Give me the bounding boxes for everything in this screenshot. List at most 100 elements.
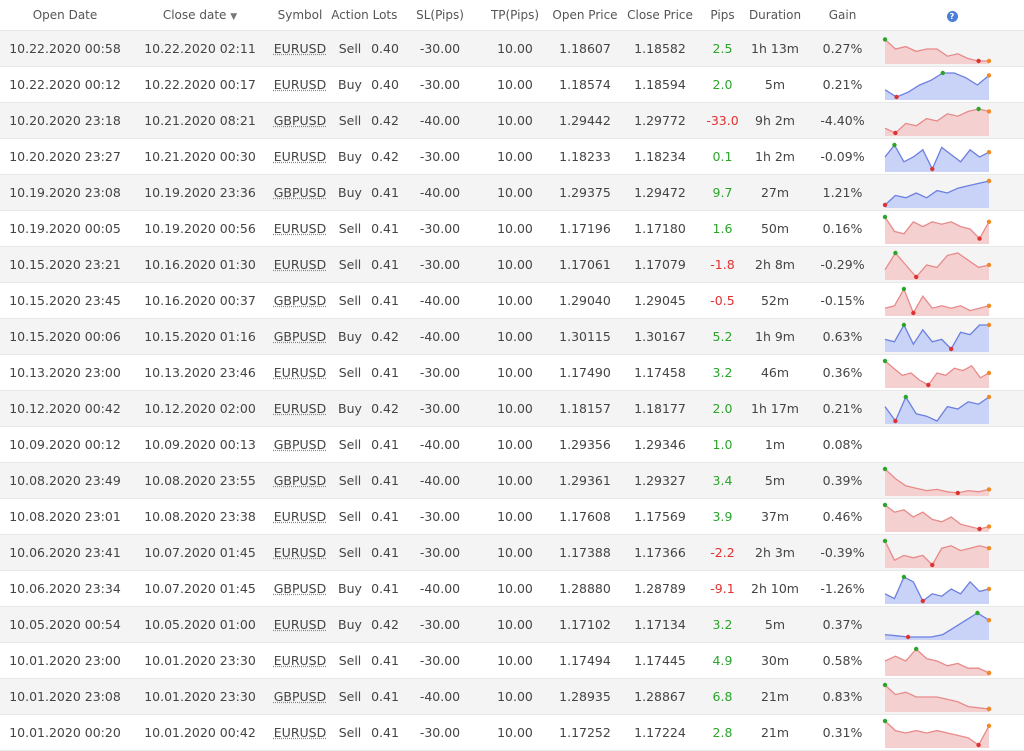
col-gain[interactable]: Gain [805,0,880,31]
open-price-cell-text: 1.18157 [559,401,611,416]
close-date-cell-text: 10.16.2020 00:37 [144,293,256,308]
close-price-cell: 1.18177 [620,390,700,427]
table-row[interactable]: 10.06.2020 23:34 10.07.2020 01:45 GBPUSD Bu… [0,570,1024,607]
sl-cell-text: -30.00 [419,77,461,92]
table-row[interactable]: 10.15.2020 23:21 10.16.2020 01:30 EURUSD Se… [0,246,1024,283]
table-row[interactable]: 10.08.2020 23:01 10.08.2020 23:38 EURUSD Se… [0,498,1024,535]
table-row[interactable]: 10.13.2020 23:00 10.13.2020 23:46 EURUSD Se… [0,354,1024,391]
open-price-cell-text: 1.17490 [559,365,611,380]
table-row[interactable]: 10.19.2020 00:05 10.19.2020 00:56 EURUSD Se… [0,210,1024,247]
table-row[interactable]: 10.01.2020 23:08 10.01.2020 23:30 GBPUSD Se… [0,678,1024,715]
col-close-date[interactable]: Close date ▼ [130,0,270,31]
equity-sparkline [884,106,992,136]
col-lots[interactable]: Lots [370,0,400,31]
symbol-link-text[interactable]: GBPUSD [274,581,327,596]
sl-cell: -40.00 [400,570,480,607]
pips-cell: 9.7 [700,174,745,211]
sl-cell: -30.00 [400,30,480,67]
col-open-date[interactable]: Open Date [0,0,130,31]
col-open-price[interactable]: Open Price [550,0,620,31]
symbol-link-text[interactable]: GBPUSD [274,185,327,200]
symbol-link: EURUSD [270,534,330,571]
symbol-link-text[interactable]: EURUSD [274,149,326,164]
symbol-link-text[interactable]: EURUSD [274,509,326,524]
symbol-link-text[interactable]: EURUSD [274,365,326,380]
action-cell: Sell [330,534,370,571]
action-cell: Sell [330,210,370,247]
symbol-link-text[interactable]: EURUSD [274,617,326,632]
symbol-link-text[interactable]: GBPUSD [274,437,327,452]
sparkline-min-marker [893,418,898,423]
table-row[interactable]: 10.09.2020 00:12 10.09.2020 00:13 GBPUSD Se… [0,426,1024,463]
help-icon[interactable]: ? [946,11,958,22]
symbol-link-text[interactable]: EURUSD [274,221,326,236]
open-price-cell: 1.17196 [550,210,620,247]
lots-cell-text: 0.42 [371,617,399,632]
table-row[interactable]: 10.20.2020 23:18 10.21.2020 08:21 GBPUSD Se… [0,102,1024,139]
table-row[interactable]: 10.06.2020 23:41 10.07.2020 01:45 EURUSD Se… [0,534,1024,571]
sl-cell-text: -30.00 [419,725,461,740]
symbol-link-text[interactable]: EURUSD [274,77,326,92]
sl-cell-text: -40.00 [419,293,461,308]
close-price-cell: 1.17569 [620,498,700,535]
duration-cell-text: 21m [760,725,790,740]
col-duration[interactable]: Duration [745,0,805,31]
symbol-link-text[interactable]: GBPUSD [274,689,327,704]
symbol-link-text[interactable]: EURUSD [274,653,326,668]
action-cell: Sell [330,462,370,499]
symbol-link: GBPUSD [270,570,330,607]
pips-cell-text: 3.9 [712,509,733,524]
pips-cell-text: 2.0 [712,401,733,416]
table-row[interactable]: 10.19.2020 23:08 10.19.2020 23:36 GBPUSD Bu… [0,174,1024,211]
sl-cell: -40.00 [400,174,480,211]
sparkline-end-marker [986,523,992,529]
symbol-link: EURUSD [270,210,330,247]
symbol-link-text[interactable]: EURUSD [274,41,326,56]
symbol-link-text[interactable]: GBPUSD [274,329,327,344]
symbol-link: GBPUSD [270,678,330,715]
equity-sparkline-cell [880,570,1024,607]
action-cell: Sell [330,426,370,463]
col-close-price[interactable]: Close Price [620,0,700,31]
action-cell: Sell [330,282,370,319]
equity-sparkline-cell [880,246,1024,283]
col-pips[interactable]: Pips [700,0,745,31]
open-date-cell: 10.12.2020 00:42 [0,390,130,427]
table-row[interactable]: 10.15.2020 00:06 10.15.2020 01:16 GBPUSD Bu… [0,318,1024,355]
action-cell: Sell [330,30,370,67]
action-cell-text: Sell [338,725,362,740]
table-row[interactable]: 10.15.2020 23:45 10.16.2020 00:37 GBPUSD Se… [0,282,1024,319]
sparkline-max-marker [893,250,898,255]
col-tp[interactable]: TP(Pips) [480,0,550,31]
table-row[interactable]: 10.22.2020 00:58 10.22.2020 02:11 EURUSD Se… [0,30,1024,67]
table-row[interactable]: 10.20.2020 23:27 10.21.2020 00:30 EURUSD Bu… [0,138,1024,175]
table-row[interactable]: 10.08.2020 23:49 10.08.2020 23:55 GBPUSD Se… [0,462,1024,499]
table-row[interactable]: 10.05.2020 00:54 10.05.2020 01:00 EURUSD Bu… [0,606,1024,643]
close-date-cell-text: 10.21.2020 00:30 [144,149,256,164]
action-cell-text: Sell [338,653,362,668]
col-sl[interactable]: SL(Pips) [400,0,480,31]
table-row[interactable]: 10.22.2020 00:12 10.22.2020 00:17 EURUSD Bu… [0,66,1024,103]
close-price-cell: 1.17134 [620,606,700,643]
symbol-link-text[interactable]: EURUSD [274,257,326,272]
sparkline-min-marker [911,310,916,315]
table-row[interactable]: 10.01.2020 23:00 10.01.2020 23:30 EURUSD Se… [0,642,1024,679]
duration-cell-text: 1h 17m [751,401,799,416]
table-row[interactable]: 10.01.2020 00:20 10.01.2020 00:42 EURUSD Se… [0,714,1024,751]
symbol-link-text[interactable]: EURUSD [274,545,326,560]
duration-cell: 1h 13m [745,30,805,67]
col-action[interactable]: Action [330,0,370,31]
symbol-link-text[interactable]: GBPUSD [274,113,327,128]
open-date-cell: 10.20.2020 23:18 [0,102,130,139]
equity-sparkline-cell [880,642,1024,679]
symbol-link-text[interactable]: EURUSD [274,401,326,416]
lots-cell: 0.42 [370,138,400,175]
symbol-link-text[interactable]: EURUSD [274,725,326,740]
symbol-link-text[interactable]: GBPUSD [274,473,327,488]
sl-cell-text: -30.00 [419,545,461,560]
symbol-link-text[interactable]: GBPUSD [274,293,327,308]
table-row[interactable]: 10.12.2020 00:42 10.12.2020 02:00 EURUSD Bu… [0,390,1024,427]
col-symbol[interactable]: Symbol [270,0,330,31]
sl-cell: -40.00 [400,282,480,319]
duration-cell: 46m [745,354,805,391]
